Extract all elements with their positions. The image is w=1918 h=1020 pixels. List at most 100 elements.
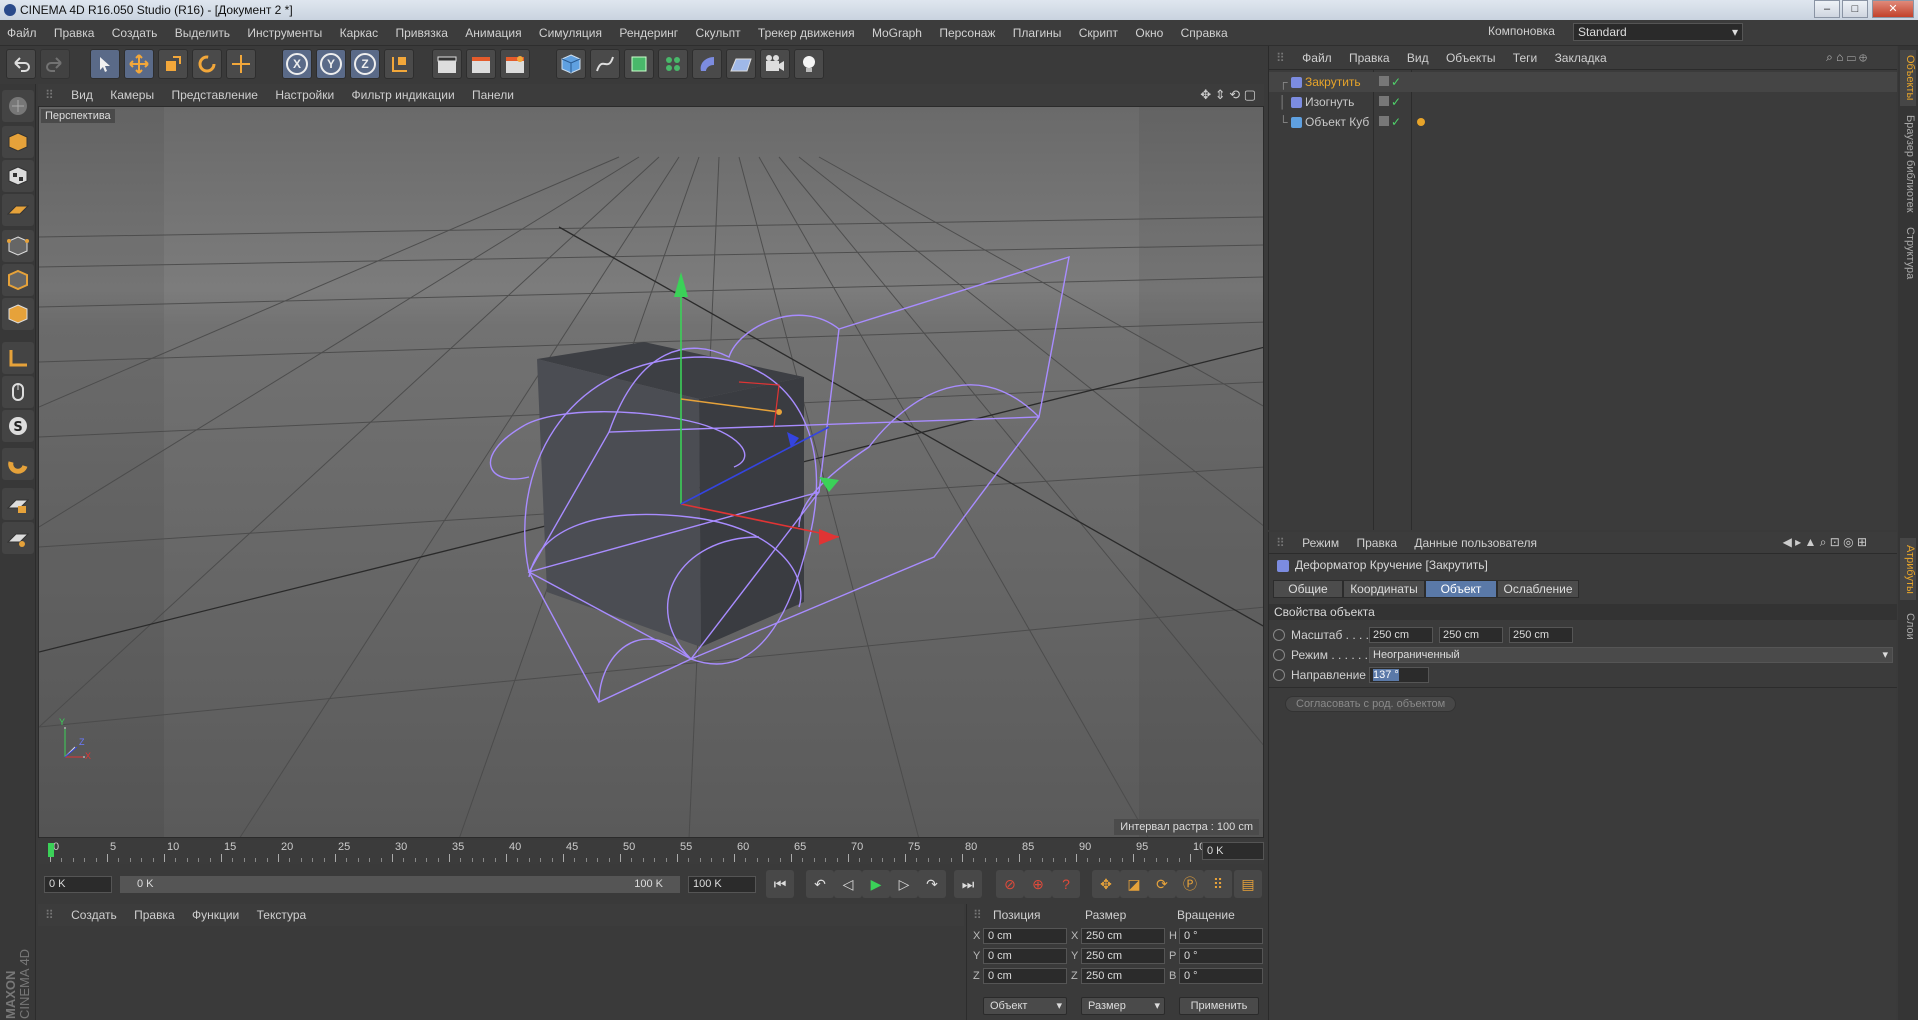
menu-character[interactable]: Персонаж <box>932 20 1002 46</box>
size-y-field[interactable]: 250 cm <box>1081 948 1165 964</box>
timeline-layout-button[interactable]: ▤ <box>1234 870 1262 898</box>
om-menu-view[interactable]: Вид <box>1400 46 1436 70</box>
render-view-button[interactable] <box>432 49 462 79</box>
make-editable-button[interactable] <box>2 90 34 122</box>
keyframe-radio[interactable] <box>1273 649 1285 661</box>
planar-workplane-button[interactable] <box>2 522 34 554</box>
undo-button[interactable] <box>6 49 36 79</box>
preview-range-slider[interactable]: 0 K 100 K <box>120 876 680 893</box>
om-menu-tags[interactable]: Теги <box>1506 46 1544 70</box>
magnet-button[interactable] <box>2 448 34 480</box>
am-nav-icons[interactable]: ◀ ▸ ▲ ⌕ ⊡ ◎ ⊞ <box>1783 535 1867 550</box>
scale-tool[interactable] <box>158 49 188 79</box>
add-generator-button[interactable] <box>624 49 654 79</box>
rotation-h-field[interactable]: 0 ° <box>1179 928 1263 944</box>
model-mode-button[interactable] <box>2 126 34 158</box>
key-rotation-button[interactable]: ⟳ <box>1148 870 1176 898</box>
previous-key-button[interactable]: ↶ <box>806 870 834 898</box>
side-tab-objects[interactable]: Объекты <box>1900 50 1916 106</box>
texture-mode-button[interactable] <box>2 160 34 192</box>
menu-file[interactable]: Файл <box>0 20 44 46</box>
rotation-b-field[interactable]: 0 ° <box>1179 968 1263 984</box>
size-mode-dropdown[interactable]: Размер ▾ <box>1081 997 1165 1015</box>
am-menu-edit[interactable]: Правка <box>1349 532 1404 554</box>
menu-snap[interactable]: Привязка <box>388 20 454 46</box>
key-position-button[interactable]: ✥ <box>1092 870 1120 898</box>
coordinate-system-button[interactable] <box>384 49 414 79</box>
direction-field[interactable]: 137 ° <box>1369 667 1429 683</box>
points-mode-button[interactable] <box>2 230 34 262</box>
viewport-menu-panel[interactable]: Панели <box>465 84 521 106</box>
recent-tool[interactable] <box>226 49 256 79</box>
material-menu-create[interactable]: Создать <box>64 904 124 926</box>
keyframe-radio[interactable] <box>1273 669 1285 681</box>
menu-mesh[interactable]: Каркас <box>333 20 386 46</box>
maximize-button[interactable]: □ <box>1842 0 1868 18</box>
add-mograph-button[interactable] <box>658 49 688 79</box>
object-row-cube[interactable]: └ Объект Куб ✓ <box>1269 112 1897 132</box>
tweak-mode-button[interactable] <box>2 376 34 408</box>
side-tab-structure[interactable]: Структура <box>1900 222 1916 284</box>
lock-x-axis-button[interactable]: X <box>282 49 312 79</box>
menu-create[interactable]: Создать <box>105 20 165 46</box>
menu-help[interactable]: Справка <box>1174 20 1235 46</box>
axis-mode-button[interactable] <box>2 342 34 374</box>
key-parameter-button[interactable]: Ⓟ <box>1176 870 1204 898</box>
om-menu-bookmarks[interactable]: Закладка <box>1548 46 1614 70</box>
edges-mode-button[interactable] <box>2 264 34 296</box>
side-tab-content-browser[interactable]: Браузер библиотек <box>1900 112 1916 216</box>
enabled-checkmark-icon[interactable]: ✓ <box>1391 72 1401 92</box>
menu-edit[interactable]: Правка <box>47 20 102 46</box>
material-menu-function[interactable]: Функции <box>185 904 246 926</box>
menu-sculpt[interactable]: Скульпт <box>689 20 748 46</box>
am-menu-userdata[interactable]: Данные пользователя <box>1407 532 1544 554</box>
add-light-button[interactable] <box>794 49 824 79</box>
add-deformer-button[interactable] <box>692 49 722 79</box>
om-menu-edit[interactable]: Правка <box>1342 46 1397 70</box>
viewport-menu-view[interactable]: Вид <box>64 84 100 106</box>
menu-render[interactable]: Рендеринг <box>612 20 685 46</box>
rotation-p-field[interactable]: 0 ° <box>1179 948 1263 964</box>
rotate-tool[interactable] <box>192 49 222 79</box>
menu-select[interactable]: Выделить <box>168 20 237 46</box>
end-frame-field[interactable]: 100 K <box>688 876 756 893</box>
visibility-dots[interactable] <box>1379 96 1389 106</box>
keyframe-radio[interactable] <box>1273 629 1285 641</box>
previous-frame-button[interactable]: ◁ <box>834 870 862 898</box>
playhead[interactable] <box>48 843 54 857</box>
snapping-button[interactable]: S <box>2 410 34 442</box>
fit-to-parent-button[interactable]: Согласовать с род. объектом <box>1285 696 1457 712</box>
keyframe-selection-button[interactable]: ? <box>1052 870 1080 898</box>
polygons-mode-button[interactable] <box>2 298 34 330</box>
menu-tools[interactable]: Инструменты <box>240 20 329 46</box>
phong-tag-icon[interactable] <box>1417 118 1425 126</box>
lock-workplane-button[interactable] <box>2 488 34 520</box>
tab-falloff[interactable]: Ослабление <box>1497 580 1579 598</box>
viewport-menu-cameras[interactable]: Камеры <box>103 84 161 106</box>
scale-z-field[interactable]: 250 cm <box>1509 627 1573 643</box>
play-button[interactable]: ▶ <box>862 870 890 898</box>
apply-button[interactable]: Применить <box>1179 997 1259 1015</box>
current-frame-field[interactable]: 0 K <box>1202 842 1264 860</box>
go-to-start-button[interactable]: ⏮ <box>766 870 794 898</box>
enabled-checkmark-icon[interactable]: ✓ <box>1391 92 1401 112</box>
menu-script[interactable]: Скрипт <box>1072 20 1125 46</box>
move-tool[interactable] <box>124 49 154 79</box>
material-menu-edit[interactable]: Правка <box>127 904 182 926</box>
minimize-button[interactable]: – <box>1814 0 1840 18</box>
coord-mode-dropdown[interactable]: Объект ▾ <box>983 997 1067 1015</box>
viewport-menu-filter[interactable]: Фильтр индикации <box>345 84 462 106</box>
menu-plugins[interactable]: Плагины <box>1006 20 1069 46</box>
object-row-bend[interactable]: │ Изогнуть ✓ <box>1269 92 1897 112</box>
perspective-viewport[interactable]: Y X Z Перспектива Интервал растра : 100 … <box>38 106 1264 838</box>
visibility-dots[interactable] <box>1379 116 1389 126</box>
mode-dropdown[interactable]: Неограниченный ▾ <box>1369 647 1893 663</box>
workplane-mode-button[interactable] <box>2 194 34 226</box>
menu-window[interactable]: Окно <box>1128 20 1170 46</box>
add-environment-button[interactable] <box>726 49 756 79</box>
menu-animate[interactable]: Анимация <box>458 20 528 46</box>
close-button[interactable]: ✕ <box>1872 0 1914 18</box>
add-camera-button[interactable] <box>760 49 790 79</box>
om-menu-file[interactable]: Файл <box>1295 46 1339 70</box>
lock-y-axis-button[interactable]: Y <box>316 49 346 79</box>
